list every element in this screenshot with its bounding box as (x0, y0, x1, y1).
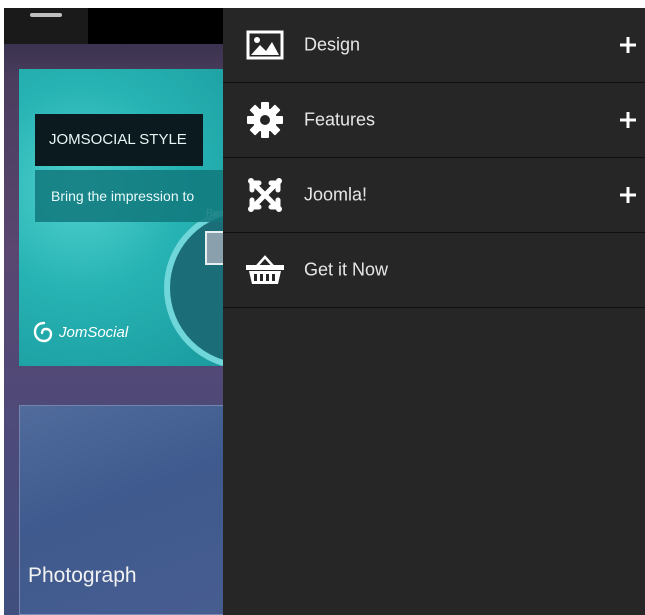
hamburger-icon (30, 13, 62, 17)
expand-plus-icon[interactable] (617, 184, 639, 206)
basket-icon (245, 250, 285, 290)
expand-plus-icon[interactable] (617, 109, 639, 131)
joomla-icon (245, 175, 285, 215)
photograph-label: Photograph (28, 564, 137, 587)
menu-item-label: Design (304, 34, 361, 55)
gear-icon (245, 100, 285, 140)
expand-plus-icon[interactable] (617, 34, 639, 56)
menu-item-design[interactable]: Design (223, 8, 645, 83)
jomsocial-logo-text: JomSocial (59, 323, 129, 341)
hero-avatar (205, 231, 223, 265)
menu-item-label: Features (304, 109, 376, 130)
image-icon (245, 25, 285, 65)
hero-title: JOMSOCIAL STYLE (35, 114, 203, 166)
menu-item-get-it-now[interactable]: Get it Now (223, 233, 645, 308)
menu-toggle-button[interactable] (4, 8, 88, 44)
hero-banner[interactable]: Re JOMSOCIAL STYLE Bring the impression … (19, 69, 223, 366)
menu-item-joomla[interactable]: Joomla! (223, 158, 645, 233)
hero-subtitle: Bring the impression to (51, 188, 195, 204)
menu-item-features[interactable]: Features (223, 83, 645, 158)
jomsocial-logo-icon (33, 321, 53, 343)
jomsocial-logo: JomSocial (33, 321, 128, 343)
menu-item-label: Joomla! (304, 184, 368, 205)
app-frame: Re JOMSOCIAL STYLE Bring the impression … (4, 8, 645, 615)
offcanvas-menu: Design Features Joomla! Get it Now (223, 8, 645, 615)
menu-item-label: Get it Now (304, 259, 389, 280)
